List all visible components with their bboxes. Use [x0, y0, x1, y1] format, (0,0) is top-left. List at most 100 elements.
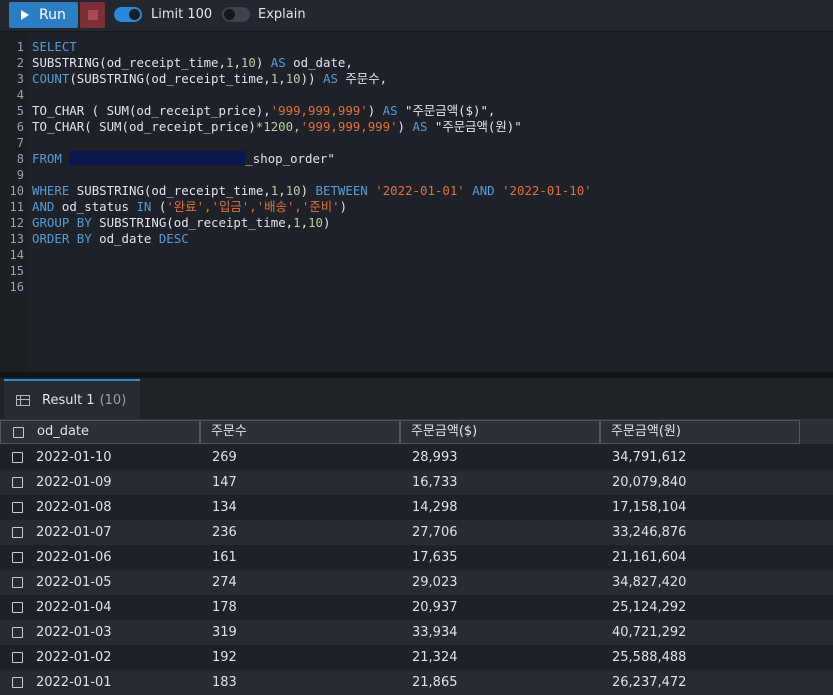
sql-column: od_date — [99, 231, 152, 246]
column-header-od-date[interactable]: od_date — [0, 420, 200, 444]
column-header-amount-krw[interactable]: 주문금액(원) — [600, 420, 800, 444]
column-header-amount-usd[interactable]: 주문금액($) — [400, 420, 600, 444]
sql-punct: ) — [367, 103, 376, 118]
row-checkbox[interactable] — [12, 652, 23, 663]
row-checkbox[interactable] — [12, 552, 23, 563]
sql-function: TO_CHAR ( SUM(od_receipt_price), — [32, 103, 271, 118]
line-number: 14 — [9, 248, 24, 262]
sql-keyword: DESC — [158, 231, 189, 246]
code-line-10: WHERE SUBSTRING(od_receipt_time,1,10) BE… — [32, 183, 592, 199]
sql-punct: ) — [322, 215, 331, 230]
table-cell: 17,635 — [412, 550, 458, 565]
sql-column: od_status — [61, 199, 129, 214]
line-number: 8 — [16, 152, 24, 166]
line-number: 5 — [16, 104, 24, 118]
column-header-label: od_date — [37, 424, 90, 439]
row-checkbox[interactable] — [12, 502, 23, 513]
table-cell: 319 — [212, 625, 237, 640]
table-row[interactable]: 2022-01-08 134 14,298 17,158,104 — [0, 495, 833, 520]
sql-punct: ) — [300, 183, 309, 198]
table-cell: 269 — [212, 450, 237, 465]
code-line-5: TO_CHAR ( SUM(od_receipt_price),'999,999… — [32, 103, 495, 119]
sql-number: 10 — [308, 215, 323, 230]
table-cell: 183 — [212, 675, 237, 690]
redacted-block — [69, 151, 246, 165]
table-row[interactable]: 2022-01-10 269 28,993 34,791,612 — [0, 445, 833, 470]
sql-punct: ) — [339, 199, 348, 214]
table-cell: 34,827,420 — [612, 575, 687, 590]
limit-toggle-knob — [129, 9, 140, 20]
row-checkbox[interactable] — [12, 452, 23, 463]
table-row[interactable]: 2022-01-05 274 29,023 34,827,420 — [0, 570, 833, 595]
table-cell: 14,298 — [412, 500, 458, 515]
sql-function: SUBSTRING(od_receipt_time, — [76, 183, 271, 198]
table-row[interactable]: 2022-01-02 192 21,324 25,588,488 — [0, 645, 833, 670]
table-row[interactable]: 2022-01-04 178 20,937 25,124,292 — [0, 595, 833, 620]
table-row[interactable]: 2022-01-06 161 17,635 21,161,604 — [0, 545, 833, 570]
table-cell: 236 — [212, 525, 237, 540]
sql-args: (od_receipt_time, — [143, 71, 271, 86]
tab-result-1[interactable]: Result 1 (10) — [4, 379, 140, 419]
tab-label: Result 1 — [42, 392, 95, 408]
line-number: 10 — [9, 184, 24, 198]
row-checkbox[interactable] — [12, 677, 23, 688]
table-row[interactable]: 2022-01-03 319 33,934 40,721,292 — [0, 620, 833, 645]
table-row[interactable]: 2022-01-09 147 16,733 20,079,840 — [0, 470, 833, 495]
sql-punct: , — [233, 55, 241, 70]
limit-label: Limit 100 — [151, 7, 213, 22]
select-all-checkbox[interactable] — [13, 427, 24, 438]
table-row[interactable]: 2022-01-01 183 21,865 26,237,472 — [0, 670, 833, 695]
sql-keyword: AS — [412, 119, 428, 134]
line-number: 7 — [16, 136, 24, 150]
line-number: 11 — [9, 200, 24, 214]
sql-string: '완료','입금','배송','준비' — [166, 199, 340, 214]
table-cell: 27,706 — [412, 525, 458, 540]
limit-toggle[interactable] — [114, 7, 142, 22]
code-line-8: FROM _shop_order" — [32, 151, 335, 167]
row-checkbox[interactable] — [12, 477, 23, 488]
sql-string: '2022-01-10' — [502, 183, 592, 198]
row-checkbox[interactable] — [12, 602, 23, 613]
sql-keyword: WHERE — [32, 183, 70, 198]
run-button-label: Run — [39, 7, 66, 23]
row-checkbox[interactable] — [12, 577, 23, 588]
table-cell: 25,124,292 — [612, 600, 687, 615]
table-row[interactable]: 2022-01-07 236 27,706 33,246,876 — [0, 520, 833, 545]
sql-punct: , — [278, 71, 286, 86]
table-cell: 192 — [212, 650, 237, 665]
code-line-11: AND od_status IN ('완료','입금','배송','준비') — [32, 199, 347, 215]
column-header-label: 주문수 — [211, 424, 247, 439]
sql-punct: ) — [255, 55, 264, 70]
sql-keyword: SELECT — [32, 39, 77, 54]
row-checkbox[interactable] — [12, 627, 23, 638]
explain-toggle[interactable] — [222, 7, 250, 22]
table-cell: 16,733 — [412, 475, 458, 490]
grid-header: od_date 주문수 주문금액($) 주문금액(원) — [0, 420, 833, 444]
sql-function: SUBSTRING(od_receipt_time, — [99, 215, 294, 230]
code-line-3: COUNT(SUBSTRING(od_receipt_time,1,10)) A… — [32, 71, 387, 87]
sql-number: 1 — [293, 215, 301, 230]
table-cell: 25,588,488 — [612, 650, 687, 665]
sql-string: '2022-01-01' — [375, 183, 465, 198]
sql-table: _shop_order" — [245, 151, 335, 166]
table-icon — [16, 394, 30, 406]
sql-editor[interactable]: 1 2 3 4 5 6 7 8 9 10 11 12 13 14 15 16 S… — [0, 32, 833, 372]
code-line-12: GROUP BY SUBSTRING(od_receipt_time,1,10) — [32, 215, 330, 231]
explain-label: Explain — [258, 7, 306, 22]
stop-icon — [87, 10, 98, 20]
row-checkbox[interactable] — [12, 527, 23, 538]
table-cell: 161 — [212, 550, 237, 565]
column-header-order-count[interactable]: 주문수 — [200, 420, 400, 444]
line-number: 16 — [9, 280, 24, 294]
table-cell: 26,237,472 — [612, 675, 687, 690]
sql-punct: )) — [300, 71, 316, 86]
table-cell: 134 — [212, 500, 237, 515]
sql-keyword: FROM — [32, 151, 62, 166]
results-tabbar: Result 1 (10) — [0, 378, 833, 420]
line-number: 2 — [16, 56, 24, 70]
run-button[interactable]: Run — [9, 2, 78, 28]
sql-number: 10 — [240, 55, 256, 70]
table-cell: 20,937 — [412, 600, 458, 615]
sql-keyword: BETWEEN — [315, 183, 368, 198]
stop-button[interactable] — [80, 2, 105, 28]
